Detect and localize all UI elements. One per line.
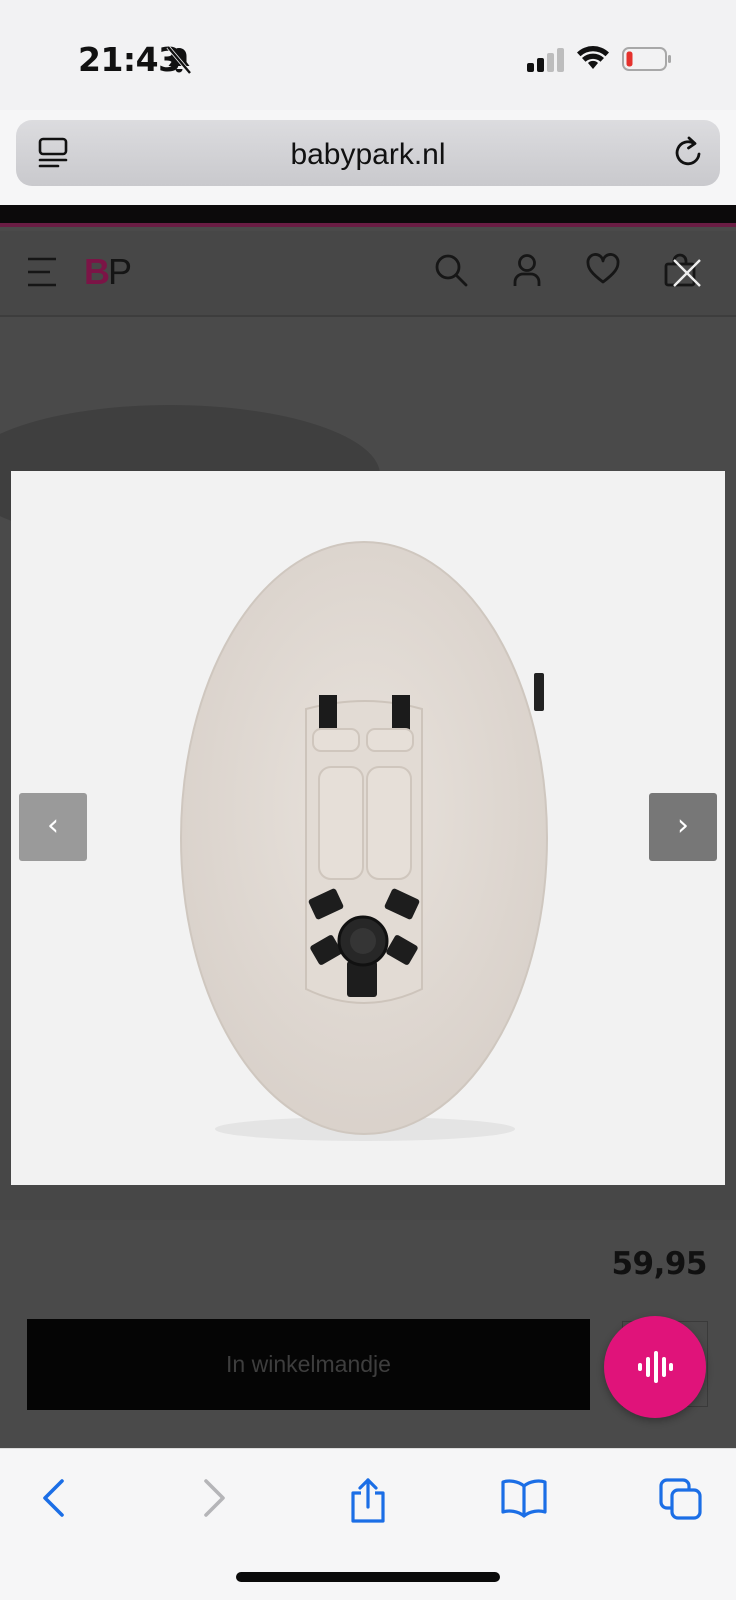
gallery-prev-button[interactable]: ‹ <box>19 793 87 861</box>
logo-letter-b: B <box>84 251 110 292</box>
wifi-icon <box>576 45 610 76</box>
url-text[interactable]: babypark.nl <box>16 138 720 172</box>
product-image-lightbox[interactable]: ‹ › <box>11 471 725 1185</box>
bookmarks-icon[interactable] <box>500 1477 548 1524</box>
battery-low-icon <box>622 47 672 76</box>
site-header: BP <box>0 231 736 317</box>
product-price: 59,95 <box>611 1246 707 1282</box>
menu-icon[interactable] <box>26 255 58 294</box>
status-bar: 21:43 <box>0 0 736 110</box>
forward-icon[interactable] <box>200 1477 228 1524</box>
web-page: BP ‹ › 59,95 In winkelmandje <box>0 205 736 1448</box>
wishlist-heart-icon[interactable] <box>586 253 620 290</box>
back-icon[interactable] <box>40 1477 68 1524</box>
account-icon[interactable] <box>512 253 542 292</box>
add-to-cart-button[interactable]: In winkelmandje <box>27 1319 590 1410</box>
close-icon[interactable] <box>672 258 702 293</box>
voice-waveform-icon <box>638 1351 673 1383</box>
home-indicator <box>236 1572 500 1582</box>
reload-icon[interactable] <box>672 135 704 174</box>
address-bar[interactable]: babypark.nl <box>16 120 720 186</box>
product-image-seat-cushion <box>11 471 725 1185</box>
bell-slash-icon <box>166 45 192 80</box>
site-logo[interactable]: BP <box>84 251 132 293</box>
logo-letter-p: P <box>108 251 132 292</box>
search-icon[interactable] <box>434 253 468 292</box>
tabs-icon[interactable] <box>658 1477 704 1526</box>
site-top-strip <box>0 205 736 227</box>
voice-assistant-button[interactable] <box>604 1316 706 1418</box>
gallery-next-button[interactable]: › <box>649 793 717 861</box>
cellular-signal-icon <box>527 48 565 77</box>
share-icon[interactable] <box>348 1477 388 1530</box>
